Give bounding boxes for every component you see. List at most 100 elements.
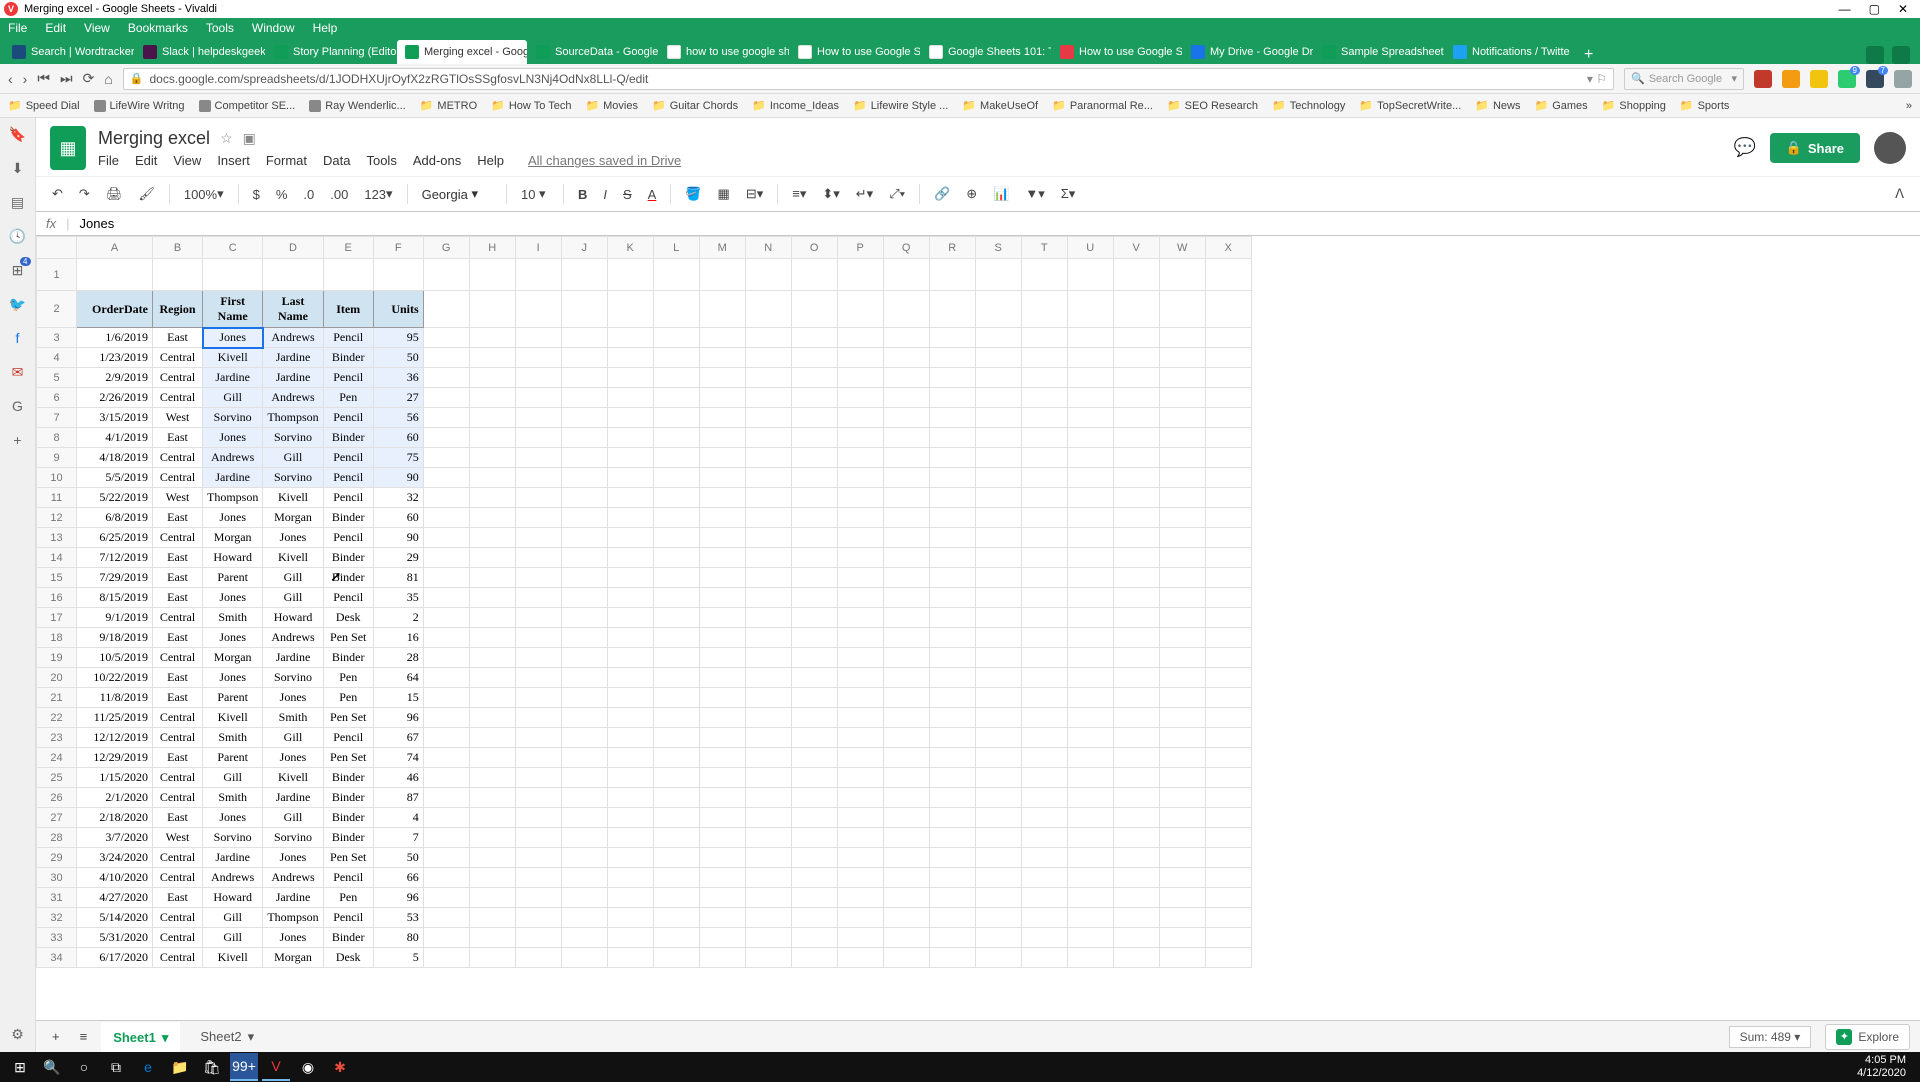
cell[interactable]: [975, 668, 1021, 688]
cell[interactable]: [607, 328, 653, 348]
cell-A19[interactable]: 10/5/2019: [77, 648, 153, 668]
minimize-button[interactable]: —: [1839, 2, 1851, 16]
cell[interactable]: [1205, 508, 1251, 528]
cell[interactable]: [1159, 848, 1205, 868]
bookmark-6[interactable]: Movies: [585, 99, 638, 112]
cell-C29[interactable]: Jardine: [203, 848, 263, 868]
cell[interactable]: [837, 768, 883, 788]
row-header-30[interactable]: 30: [37, 868, 77, 888]
col-header-R[interactable]: R: [929, 237, 975, 259]
cell[interactable]: [975, 568, 1021, 588]
menu-tools[interactable]: Tools: [206, 21, 234, 35]
cell[interactable]: [561, 748, 607, 768]
cell[interactable]: [699, 688, 745, 708]
cell[interactable]: [423, 259, 469, 291]
cell[interactable]: [791, 488, 837, 508]
cell[interactable]: [515, 808, 561, 828]
cell-C30[interactable]: Andrews: [203, 868, 263, 888]
cell[interactable]: [607, 528, 653, 548]
cell[interactable]: [1159, 728, 1205, 748]
cell-F13[interactable]: 90: [373, 528, 423, 548]
cell[interactable]: [607, 368, 653, 388]
cell[interactable]: [653, 368, 699, 388]
cell[interactable]: [653, 259, 699, 291]
cell[interactable]: [653, 388, 699, 408]
cell[interactable]: [1113, 548, 1159, 568]
cell-F34[interactable]: 5: [373, 948, 423, 968]
cell[interactable]: [469, 348, 515, 368]
cell[interactable]: [1205, 548, 1251, 568]
cell[interactable]: [791, 328, 837, 348]
redo-button[interactable]: ↷: [73, 182, 96, 206]
cell-E32[interactable]: Pencil: [323, 908, 373, 928]
panel-bookmarks-icon[interactable]: 🔖: [8, 124, 28, 144]
cell[interactable]: [653, 908, 699, 928]
cell[interactable]: [837, 428, 883, 448]
bookmark-17[interactable]: Shopping: [1602, 99, 1666, 112]
cell[interactable]: [607, 768, 653, 788]
cell-C23[interactable]: Smith: [203, 728, 263, 748]
cell[interactable]: [1205, 848, 1251, 868]
cell-F7[interactable]: 56: [373, 408, 423, 428]
cell-B34[interactable]: Central: [153, 948, 203, 968]
decrease-decimal-button[interactable]: .0: [297, 183, 320, 206]
cell-E18[interactable]: Pen Set: [323, 628, 373, 648]
cell[interactable]: [745, 568, 791, 588]
paint-format-button[interactable]: 🖌: [132, 182, 161, 206]
cell[interactable]: [791, 388, 837, 408]
browser-tab-5[interactable]: how to use google sh: [659, 40, 789, 64]
cell[interactable]: [1021, 728, 1067, 748]
cell-E34[interactable]: Desk: [323, 948, 373, 968]
cell-F25[interactable]: 46: [373, 768, 423, 788]
col-header-W[interactable]: W: [1159, 237, 1205, 259]
cell-D18[interactable]: Andrews: [263, 628, 323, 648]
cell[interactable]: [699, 768, 745, 788]
cell[interactable]: [929, 568, 975, 588]
cell[interactable]: [1067, 628, 1113, 648]
cell[interactable]: [153, 259, 203, 291]
cell[interactable]: [1067, 508, 1113, 528]
cell[interactable]: [929, 928, 975, 948]
cell-F33[interactable]: 80: [373, 928, 423, 948]
cell[interactable]: [791, 528, 837, 548]
cell[interactable]: [883, 608, 929, 628]
cell-A15[interactable]: 7/29/2019: [77, 568, 153, 588]
cell-D34[interactable]: Morgan: [263, 948, 323, 968]
cell-C33[interactable]: Gill: [203, 928, 263, 948]
col-header-K[interactable]: K: [607, 237, 653, 259]
cell[interactable]: [1159, 788, 1205, 808]
cell[interactable]: [1021, 888, 1067, 908]
move-icon[interactable]: ▣: [243, 130, 256, 147]
cell[interactable]: [1205, 408, 1251, 428]
cell-F26[interactable]: 87: [373, 788, 423, 808]
cell[interactable]: [929, 328, 975, 348]
cell[interactable]: [1113, 488, 1159, 508]
ext-icon-2[interactable]: [1782, 70, 1800, 88]
cell[interactable]: [653, 788, 699, 808]
cell-A3[interactable]: 1/6/2019: [77, 328, 153, 348]
cell[interactable]: [469, 688, 515, 708]
cell-A26[interactable]: 2/1/2020: [77, 788, 153, 808]
cell[interactable]: [745, 388, 791, 408]
cell[interactable]: [883, 259, 929, 291]
cell[interactable]: [883, 908, 929, 928]
store-icon[interactable]: 🛍: [198, 1053, 226, 1081]
cell[interactable]: [561, 928, 607, 948]
cell[interactable]: [791, 548, 837, 568]
cell[interactable]: [1067, 748, 1113, 768]
cell[interactable]: [423, 608, 469, 628]
cell[interactable]: [653, 548, 699, 568]
cell[interactable]: [837, 868, 883, 888]
col-header-G[interactable]: G: [423, 237, 469, 259]
chart-button[interactable]: 📊: [987, 182, 1015, 206]
cell[interactable]: [883, 428, 929, 448]
cell[interactable]: [653, 291, 699, 328]
select-all-corner[interactable]: [37, 237, 77, 259]
cell[interactable]: [561, 488, 607, 508]
cell[interactable]: [561, 668, 607, 688]
cell[interactable]: [515, 548, 561, 568]
cell[interactable]: [745, 448, 791, 468]
panel-twitter-icon[interactable]: 🐦: [8, 294, 28, 314]
cell[interactable]: [745, 291, 791, 328]
row-header-28[interactable]: 28: [37, 828, 77, 848]
